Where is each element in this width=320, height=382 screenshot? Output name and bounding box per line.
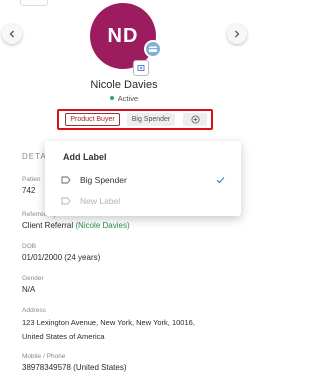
plus-icon xyxy=(137,65,145,71)
dropdown-item-big-spender[interactable]: Big Spender xyxy=(45,171,241,191)
patient-id-value: 742 xyxy=(22,186,36,195)
gender-value: N/A xyxy=(22,285,36,294)
referrer-link[interactable]: (Nicole Davies) xyxy=(75,221,129,230)
dob-value: 01/01/2000 (24 years) xyxy=(22,253,101,262)
chevron-right-icon xyxy=(235,30,240,38)
address-line-1: 123 Lexington Avenue, New York, New York… xyxy=(22,318,195,327)
dropdown-item-new-label[interactable]: New Label xyxy=(45,192,241,212)
details-heading: DETA xyxy=(22,152,47,161)
card-badge-icon xyxy=(144,40,162,58)
avatar-initials: ND xyxy=(107,24,139,47)
referral-source: Client Referral xyxy=(22,221,74,230)
chevron-left-icon xyxy=(9,30,14,38)
add-label-dropdown: Add Label Big Spender New Label xyxy=(45,141,241,216)
plus-circle-icon xyxy=(190,115,200,124)
gender-label: Gender xyxy=(22,275,44,282)
dropdown-item-label: Big Spender xyxy=(80,175,127,185)
phone-value: 38978349578 (United States) xyxy=(22,363,127,372)
referred-by-value: Client Referral (Nicole Davies) xyxy=(22,219,130,232)
address-line-2: United States of America xyxy=(22,332,105,341)
previous-button[interactable] xyxy=(2,24,22,44)
top-card-stub xyxy=(20,0,48,6)
label-chip-product-buyer[interactable]: Product Buyer xyxy=(65,113,120,126)
status-indicator: Active xyxy=(0,94,248,103)
tag-icon xyxy=(61,197,71,205)
address-label: Address xyxy=(22,307,46,314)
dropdown-title: Add Label xyxy=(63,152,107,162)
patient-id-label: Patien xyxy=(22,176,41,183)
status-dot-icon xyxy=(109,96,114,101)
profile-name: Nicole Davies xyxy=(90,79,158,91)
add-label-button[interactable] xyxy=(183,113,207,126)
tag-icon xyxy=(61,176,71,184)
checkmark-icon xyxy=(216,177,225,184)
label-chip-big-spender[interactable]: Big Spender xyxy=(127,113,175,126)
dropdown-item-label: New Label xyxy=(80,196,121,206)
phone-label: Mobile / Phone xyxy=(22,353,66,360)
dob-label: DOB xyxy=(22,243,37,250)
status-text: Active xyxy=(117,94,139,103)
add-photo-button[interactable] xyxy=(133,60,149,76)
next-button[interactable] xyxy=(227,24,247,44)
